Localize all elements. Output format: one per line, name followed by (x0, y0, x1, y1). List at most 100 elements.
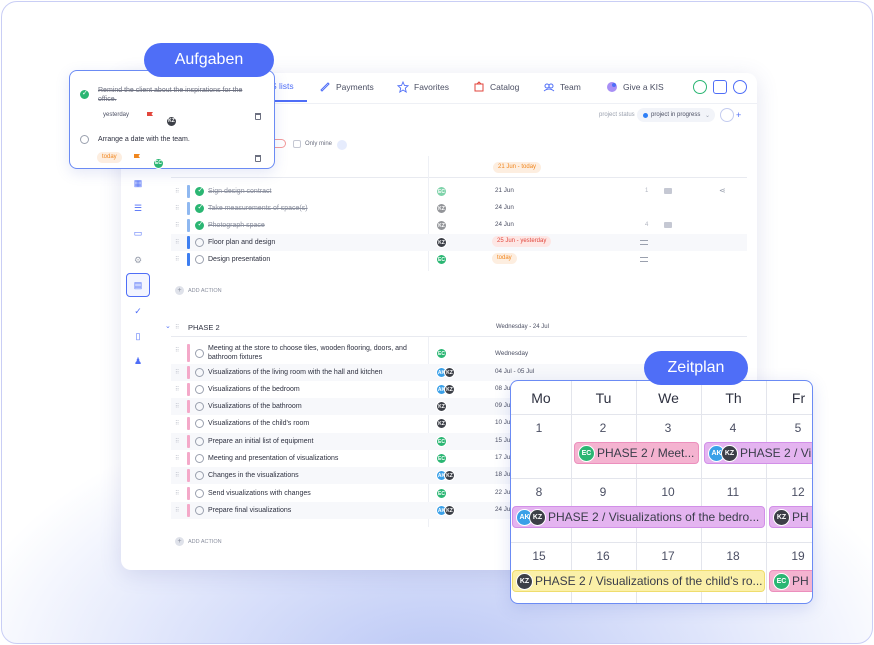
calendar-date[interactable]: 16 (593, 549, 613, 563)
task-checkbox[interactable] (195, 506, 204, 515)
calendar-date[interactable]: 17 (658, 549, 678, 563)
task-checkbox[interactable] (195, 255, 204, 264)
settings-icon[interactable]: ⚙ (126, 248, 150, 272)
calendar-event[interactable]: EC PH (769, 570, 812, 592)
calendar-date[interactable]: 10 (658, 485, 678, 499)
check-icon[interactable]: ✓ (126, 299, 150, 323)
nav-tab-payments[interactable]: Payments (319, 81, 374, 93)
only-mine-label: Only mine (305, 141, 333, 147)
whatsapp-icon[interactable] (693, 80, 707, 94)
drag-handle-icon[interactable]: ⠿ (175, 507, 180, 514)
drag-handle-icon[interactable]: ⠿ (175, 324, 179, 331)
calendar-event[interactable]: AK KZ PHASE 2 / Vi (704, 442, 812, 464)
grid-view-icon[interactable]: ▦ (126, 171, 150, 195)
add-action-button[interactable]: + ADD ACTION (175, 537, 222, 546)
task-checkbox[interactable] (195, 471, 204, 480)
calendar-date[interactable]: 19 (788, 549, 808, 563)
nav-tab-give-kis[interactable]: Give a KIS (606, 81, 664, 93)
calendar-event[interactable]: EC PHASE 2 / Meet... (574, 442, 699, 464)
comment-icon[interactable] (664, 222, 672, 228)
task-checkbox[interactable] (195, 203, 204, 213)
task-title: Visualizations of the living room with t… (208, 369, 383, 376)
drag-handle-icon[interactable]: ⠿ (175, 256, 180, 263)
task-checkbox[interactable] (195, 368, 204, 377)
task-checkbox[interactable] (195, 419, 204, 428)
calendar-view-icon[interactable]: ▤ (126, 273, 150, 297)
calendar-date[interactable]: 3 (658, 421, 678, 435)
task-checkbox[interactable] (195, 454, 204, 463)
chevron-down-icon[interactable]: ⌄ (165, 322, 171, 330)
comment-icon[interactable] (664, 188, 672, 194)
add-action-button[interactable]: + ADD ACTION (175, 286, 222, 295)
task-checkbox[interactable] (195, 349, 204, 358)
task-checkbox[interactable] (195, 186, 204, 196)
task-checkbox[interactable] (195, 402, 204, 411)
avatar: KZ (436, 203, 447, 214)
share-icon[interactable]: ⋖ (719, 186, 726, 195)
flag-icon[interactable] (147, 112, 153, 118)
drag-handle-icon[interactable]: ⠿ (175, 188, 180, 195)
notes-icon[interactable] (640, 257, 648, 262)
calendar-date[interactable]: 2 (593, 421, 613, 435)
drag-handle-icon[interactable]: ⠿ (175, 420, 180, 427)
user-profile-icon[interactable] (733, 80, 747, 94)
task-checkbox[interactable] (195, 385, 204, 394)
phase-2-header[interactable]: ⌄ ⠿ PHASE 2 Wednesday - 24 Jul (165, 319, 747, 337)
table-row[interactable]: ⠿ Photograph space KZ 24 Jun 4 (171, 217, 747, 234)
task-checkbox[interactable] (195, 489, 204, 498)
drag-handle-icon[interactable]: ⠿ (175, 239, 180, 246)
table-row[interactable]: ⠿ Take measurements of space(s) KZ 24 Ju… (171, 200, 747, 217)
calendar-date[interactable]: 18 (723, 549, 743, 563)
nav-tab-favorites[interactable]: Favorites (397, 81, 449, 93)
task-checkbox[interactable] (80, 135, 89, 144)
only-mine-checkbox[interactable] (293, 140, 301, 148)
drag-handle-icon[interactable]: ⠿ (175, 222, 180, 229)
drag-handle-icon[interactable]: ⠿ (175, 369, 180, 376)
task-checkbox[interactable] (195, 238, 204, 247)
table-row[interactable]: ⠿ Design presentation EC today (171, 251, 747, 268)
calendar-date[interactable]: 11 (723, 485, 743, 499)
flag-icon[interactable] (134, 154, 140, 160)
task-checkbox[interactable] (195, 437, 204, 446)
avatar: EC (436, 348, 447, 359)
only-mine-filter[interactable]: Only mine (293, 140, 332, 148)
calendar-event[interactable]: KZ PH (769, 506, 812, 528)
task-checkbox[interactable] (195, 220, 204, 230)
drag-handle-icon[interactable]: ⠿ (175, 403, 180, 410)
calendar-event[interactable]: AK KZ PHASE 2 / Visualizations of the be… (512, 506, 765, 528)
drag-handle-icon[interactable]: ⠿ (175, 438, 180, 445)
drag-handle-icon[interactable]: ⠿ (175, 472, 180, 479)
table-row[interactable]: ⠿ Sign design contract EC 21 Jun 1 ⋖ (171, 183, 747, 200)
schedule-calendar: Mo Tu We Th Fr 1 2 3 4 5 8 9 10 11 12 15… (510, 380, 813, 604)
calendar-date[interactable]: 8 (529, 485, 549, 499)
nav-tab-catalog[interactable]: Catalog (473, 81, 519, 93)
document-icon[interactable]: ▭ (126, 221, 150, 245)
filter-icon[interactable] (337, 140, 347, 150)
trash-icon[interactable] (255, 113, 261, 120)
calendar-event[interactable]: KZ PHASE 2 / Visualizations of the child… (512, 570, 765, 592)
list-view-icon[interactable]: ☰ (126, 196, 150, 220)
calendar-day-header: Th (725, 390, 742, 406)
drag-handle-icon[interactable]: ⠿ (175, 490, 180, 497)
project-status-dropdown[interactable]: project in progress ⌄ (637, 108, 715, 122)
drag-handle-icon[interactable]: ⠿ (175, 455, 180, 462)
share-icon[interactable] (720, 108, 734, 122)
calendar-date[interactable]: 5 (788, 421, 808, 435)
notification-bell-icon[interactable] (713, 80, 727, 94)
add-user-icon[interactable]: + (736, 110, 741, 120)
drag-handle-icon[interactable]: ⠿ (175, 386, 180, 393)
task-checkbox[interactable] (80, 89, 89, 99)
users-icon[interactable]: ♟ (126, 349, 150, 373)
notes-icon[interactable] (640, 240, 648, 245)
drag-handle-icon[interactable]: ⠿ (175, 347, 180, 354)
calendar-date[interactable]: 12 (788, 485, 808, 499)
drag-handle-icon[interactable]: ⠿ (175, 205, 180, 212)
calendar-date[interactable]: 4 (723, 421, 743, 435)
calendar-date[interactable]: 1 (529, 421, 549, 435)
table-row[interactable]: ⠿ Floor plan and design KZ 25 Jun - yest… (171, 234, 747, 251)
calendar-date[interactable]: 15 (529, 549, 549, 563)
nav-tab-team[interactable]: Team (543, 81, 581, 93)
file-icon[interactable]: ▯ (126, 324, 150, 348)
calendar-date[interactable]: 9 (593, 485, 613, 499)
trash-icon[interactable] (255, 155, 261, 162)
